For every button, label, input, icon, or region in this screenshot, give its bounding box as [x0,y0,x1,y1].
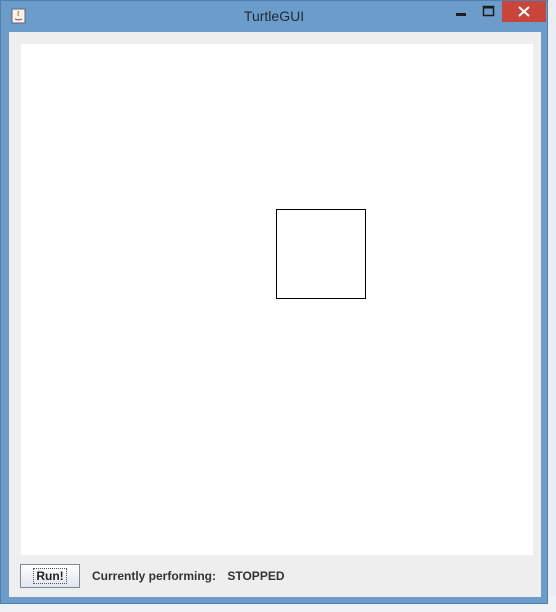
status-value: STOPPED [227,569,285,583]
minimize-icon[interactable] [447,1,475,22]
content-panel: Run! Currently performing: STOPPED [9,32,541,597]
title-bar[interactable]: TurtleGUI [1,1,547,31]
run-button-label: Run! [33,568,67,584]
run-button[interactable]: Run! [20,564,80,588]
status-text: Currently performing: STOPPED [92,569,285,583]
turtlegui-window: TurtleGUI Run! Currently performing: STO… [0,0,548,604]
close-icon[interactable] [502,1,546,22]
status-label: Currently performing: [92,569,217,583]
drawn-square [276,209,366,299]
maximize-icon[interactable] [475,1,502,22]
turtle-canvas[interactable] [21,44,533,555]
